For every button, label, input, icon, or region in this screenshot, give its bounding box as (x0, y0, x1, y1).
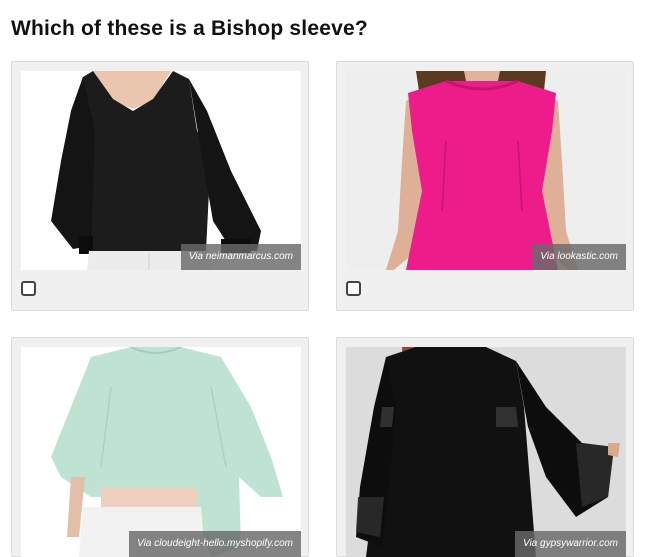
question-title: Which of these is a Bishop sleeve? (11, 17, 368, 40)
image-credit: Via neimanmarcus.com (180, 244, 301, 270)
image-credit: Via lookastic.com (532, 244, 626, 270)
option-3-image[interactable]: Via cloudeight-hello.myshopify.com (21, 347, 301, 557)
option-2-checkbox[interactable] (346, 281, 361, 296)
option-1-checkbox[interactable] (21, 281, 36, 296)
option-4-image[interactable]: Via gypsywarrior.com (346, 347, 626, 557)
image-credit: Via gypsywarrior.com (514, 531, 626, 557)
option-1-image[interactable]: Via neimanmarcus.com (21, 71, 301, 270)
image-credit: Via cloudeight-hello.myshopify.com (129, 531, 301, 557)
answer-option-3[interactable]: Via cloudeight-hello.myshopify.com (11, 337, 309, 557)
answer-option-4[interactable]: Via gypsywarrior.com (336, 337, 634, 557)
answer-option-1[interactable]: Via neimanmarcus.com (11, 61, 309, 311)
option-2-image[interactable]: Via lookastic.com (346, 71, 626, 270)
answer-option-2[interactable]: Via lookastic.com (336, 61, 634, 311)
